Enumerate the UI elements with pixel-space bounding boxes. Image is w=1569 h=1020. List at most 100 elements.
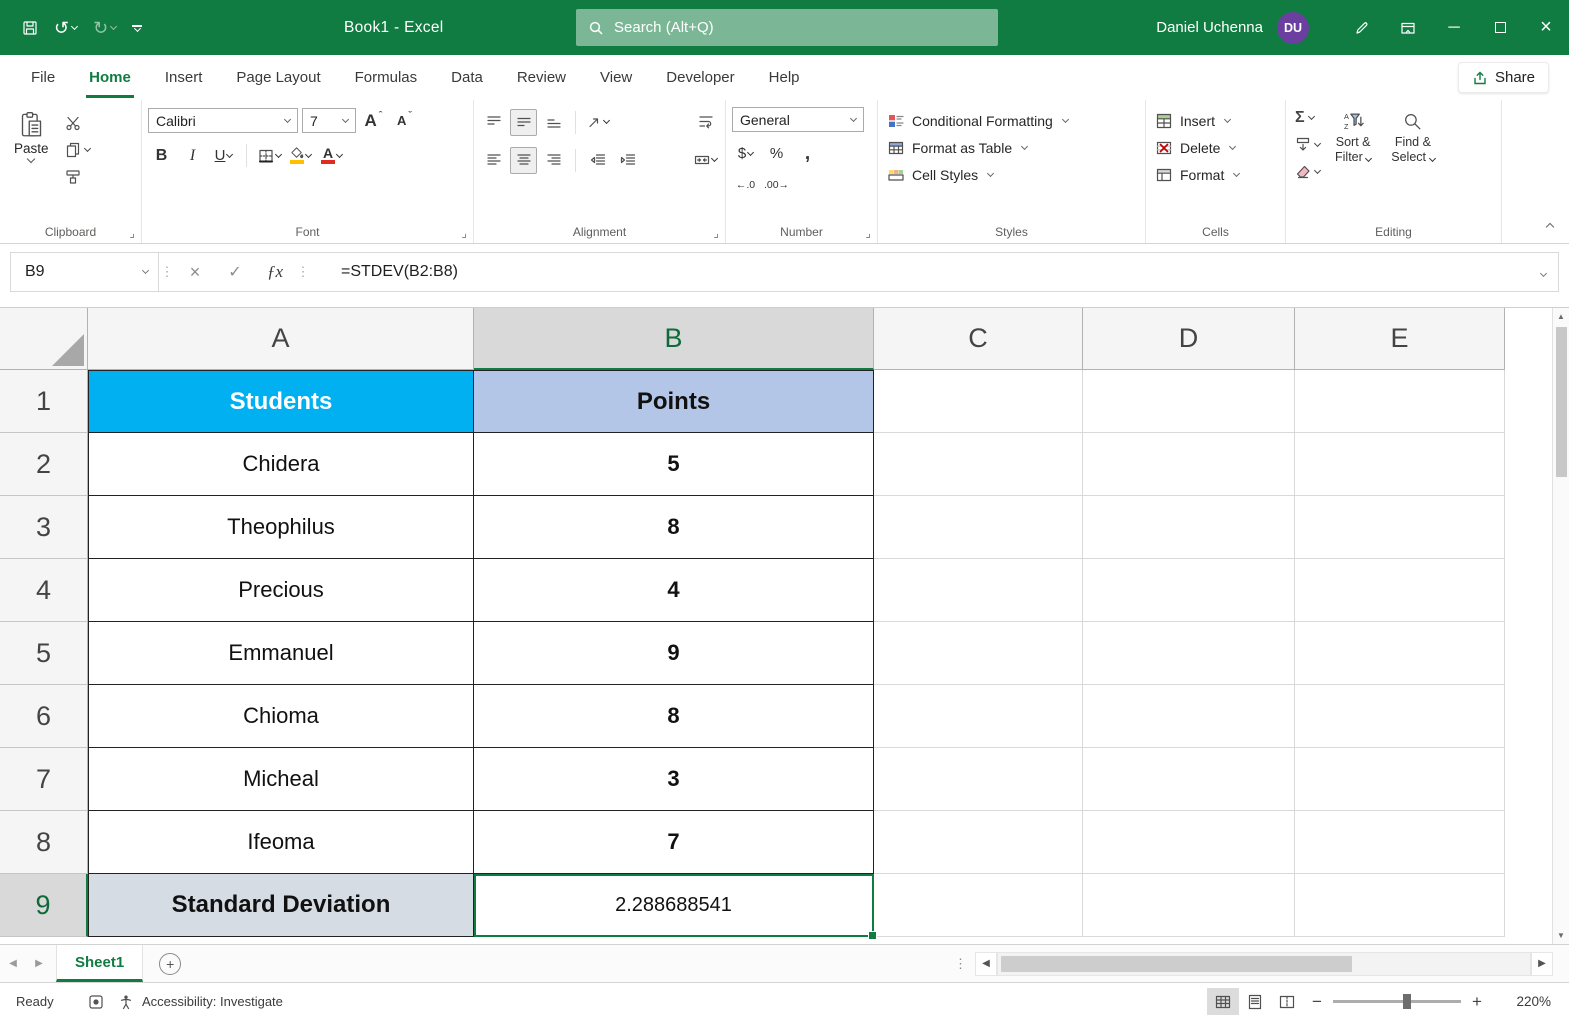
accessibility-checker-button[interactable]: Accessibility: Investigate [118,994,283,1010]
column-header-C[interactable]: C [874,308,1083,370]
zoom-slider[interactable] [1333,994,1461,1009]
cell-B6[interactable]: 8 [474,685,874,748]
row-header-3[interactable]: 3 [0,496,88,559]
ribbon-display-options-button[interactable] [1385,0,1431,55]
cell-A4[interactable]: Precious [88,559,474,622]
cell-C9[interactable] [874,874,1083,937]
tab-insert[interactable]: Insert [148,55,220,100]
clear-button[interactable] [1292,161,1323,183]
increase-font-size-button[interactable]: Aˆ [360,107,387,134]
inking-pen-button[interactable] [1339,0,1385,55]
comma-style-button[interactable]: , [794,140,821,167]
cell-D5[interactable] [1083,622,1295,685]
row-header-5[interactable]: 5 [0,622,88,685]
cell-B5[interactable]: 9 [474,622,874,685]
cell-A5[interactable]: Emmanuel [88,622,474,685]
cell-D2[interactable] [1083,433,1295,496]
zoom-level[interactable]: 220% [1497,994,1551,1009]
merge-center-button[interactable] [692,147,719,174]
align-left-button[interactable] [480,147,507,174]
tab-file[interactable]: File [14,55,72,100]
minimize-button[interactable]: ─ [1431,0,1477,55]
cell-D9[interactable] [1083,874,1295,937]
cell-B9[interactable]: 2.288688541 [474,874,877,940]
next-sheet-icon[interactable]: ▶ [26,958,52,969]
underline-button[interactable]: U [210,142,237,169]
font-dialog-launcher[interactable]: ⌟ [461,227,467,239]
close-button[interactable]: × [1523,0,1569,55]
vertical-scroll-thumb[interactable] [1555,327,1567,477]
format-painter-button[interactable] [62,166,93,188]
fill-button[interactable] [1292,134,1323,156]
share-button[interactable]: Share [1457,62,1549,93]
row-header-8[interactable]: 8 [0,811,88,874]
orientation-button[interactable] [584,109,611,136]
row-header-7[interactable]: 7 [0,748,88,811]
find-select-button[interactable]: Find & Select [1383,107,1442,183]
column-header-B[interactable]: B [474,308,874,370]
row-header-4[interactable]: 4 [0,559,88,622]
number-format-combo[interactable]: General [732,107,864,132]
cell-E3[interactable] [1295,496,1505,559]
sort-filter-button[interactable]: AZ Sort & Filter [1327,107,1379,183]
cell-E1[interactable] [1295,370,1505,433]
zoom-in-button[interactable]: + [1463,992,1491,1012]
user-name[interactable]: Daniel Uchenna [1156,19,1263,36]
tab-home[interactable]: Home [72,55,148,100]
insert-cells-button[interactable]: Insert [1152,107,1279,134]
cell-C3[interactable] [874,496,1083,559]
maximize-button[interactable] [1477,0,1523,55]
cell-B3[interactable]: 8 [474,496,874,559]
scroll-left-icon[interactable]: ◀ [975,951,997,976]
column-header-D[interactable]: D [1083,308,1295,370]
cell-E7[interactable] [1295,748,1505,811]
cell-styles-button[interactable]: Cell Styles [884,161,1139,188]
cell-D8[interactable] [1083,811,1295,874]
decrease-decimal-button[interactable]: .00→ [763,171,790,198]
align-right-button[interactable] [540,147,567,174]
borders-button[interactable] [256,142,283,169]
font-size-combo[interactable]: 7 [302,108,356,133]
collapse-ribbon-button[interactable] [1545,217,1555,235]
customize-quick-access-button[interactable] [126,11,148,45]
cell-A2[interactable]: Chidera [88,433,474,496]
number-dialog-launcher[interactable]: ⌟ [865,227,871,239]
align-bottom-button[interactable] [540,109,567,136]
zoom-slider-thumb[interactable] [1403,994,1412,1009]
macro-record-button[interactable] [88,994,104,1010]
cell-D4[interactable] [1083,559,1295,622]
increase-indent-button[interactable] [614,147,641,174]
italic-button[interactable]: I [179,142,206,169]
align-top-button[interactable] [480,109,507,136]
middle-align-button[interactable] [510,108,537,136]
sheet-tab-sheet1[interactable]: Sheet1 [56,945,144,982]
tab-developer[interactable]: Developer [649,55,751,100]
row-header-2[interactable]: 2 [0,433,88,496]
previous-sheet-icon[interactable]: ◀ [0,958,26,969]
search-box[interactable]: Search (Alt+Q) [576,9,998,46]
cell-B4[interactable]: 4 [474,559,874,622]
name-box[interactable]: B9 [11,253,159,291]
avatar[interactable]: DU [1277,11,1309,44]
cell-C8[interactable] [874,811,1083,874]
scroll-down-icon[interactable]: ▼ [1553,927,1569,944]
cell-B1[interactable]: Points [474,370,874,433]
percent-style-button[interactable]: % [763,140,790,167]
save-button[interactable] [16,11,44,45]
cell-C2[interactable] [874,433,1083,496]
vertical-scrollbar[interactable]: ▲ ▼ [1552,308,1569,944]
zoom-out-button[interactable]: − [1303,992,1331,1012]
insert-function-button[interactable]: ƒx [255,262,295,282]
cell-A6[interactable]: Chioma [88,685,474,748]
delete-cells-button[interactable]: Delete [1152,134,1279,161]
normal-view-button[interactable] [1207,988,1239,1015]
formula-input[interactable]: =STDEV(B2:B8) [311,263,1529,281]
accounting-format-button[interactable]: $ [732,140,759,167]
cell-D3[interactable] [1083,496,1295,559]
cell-C5[interactable] [874,622,1083,685]
column-header-E[interactable]: E [1295,308,1505,370]
cancel-button[interactable]: × [175,262,215,283]
expand-formula-bar-icon[interactable] [1539,263,1548,281]
cell-C4[interactable] [874,559,1083,622]
format-as-table-button[interactable]: Format as Table [884,134,1139,161]
